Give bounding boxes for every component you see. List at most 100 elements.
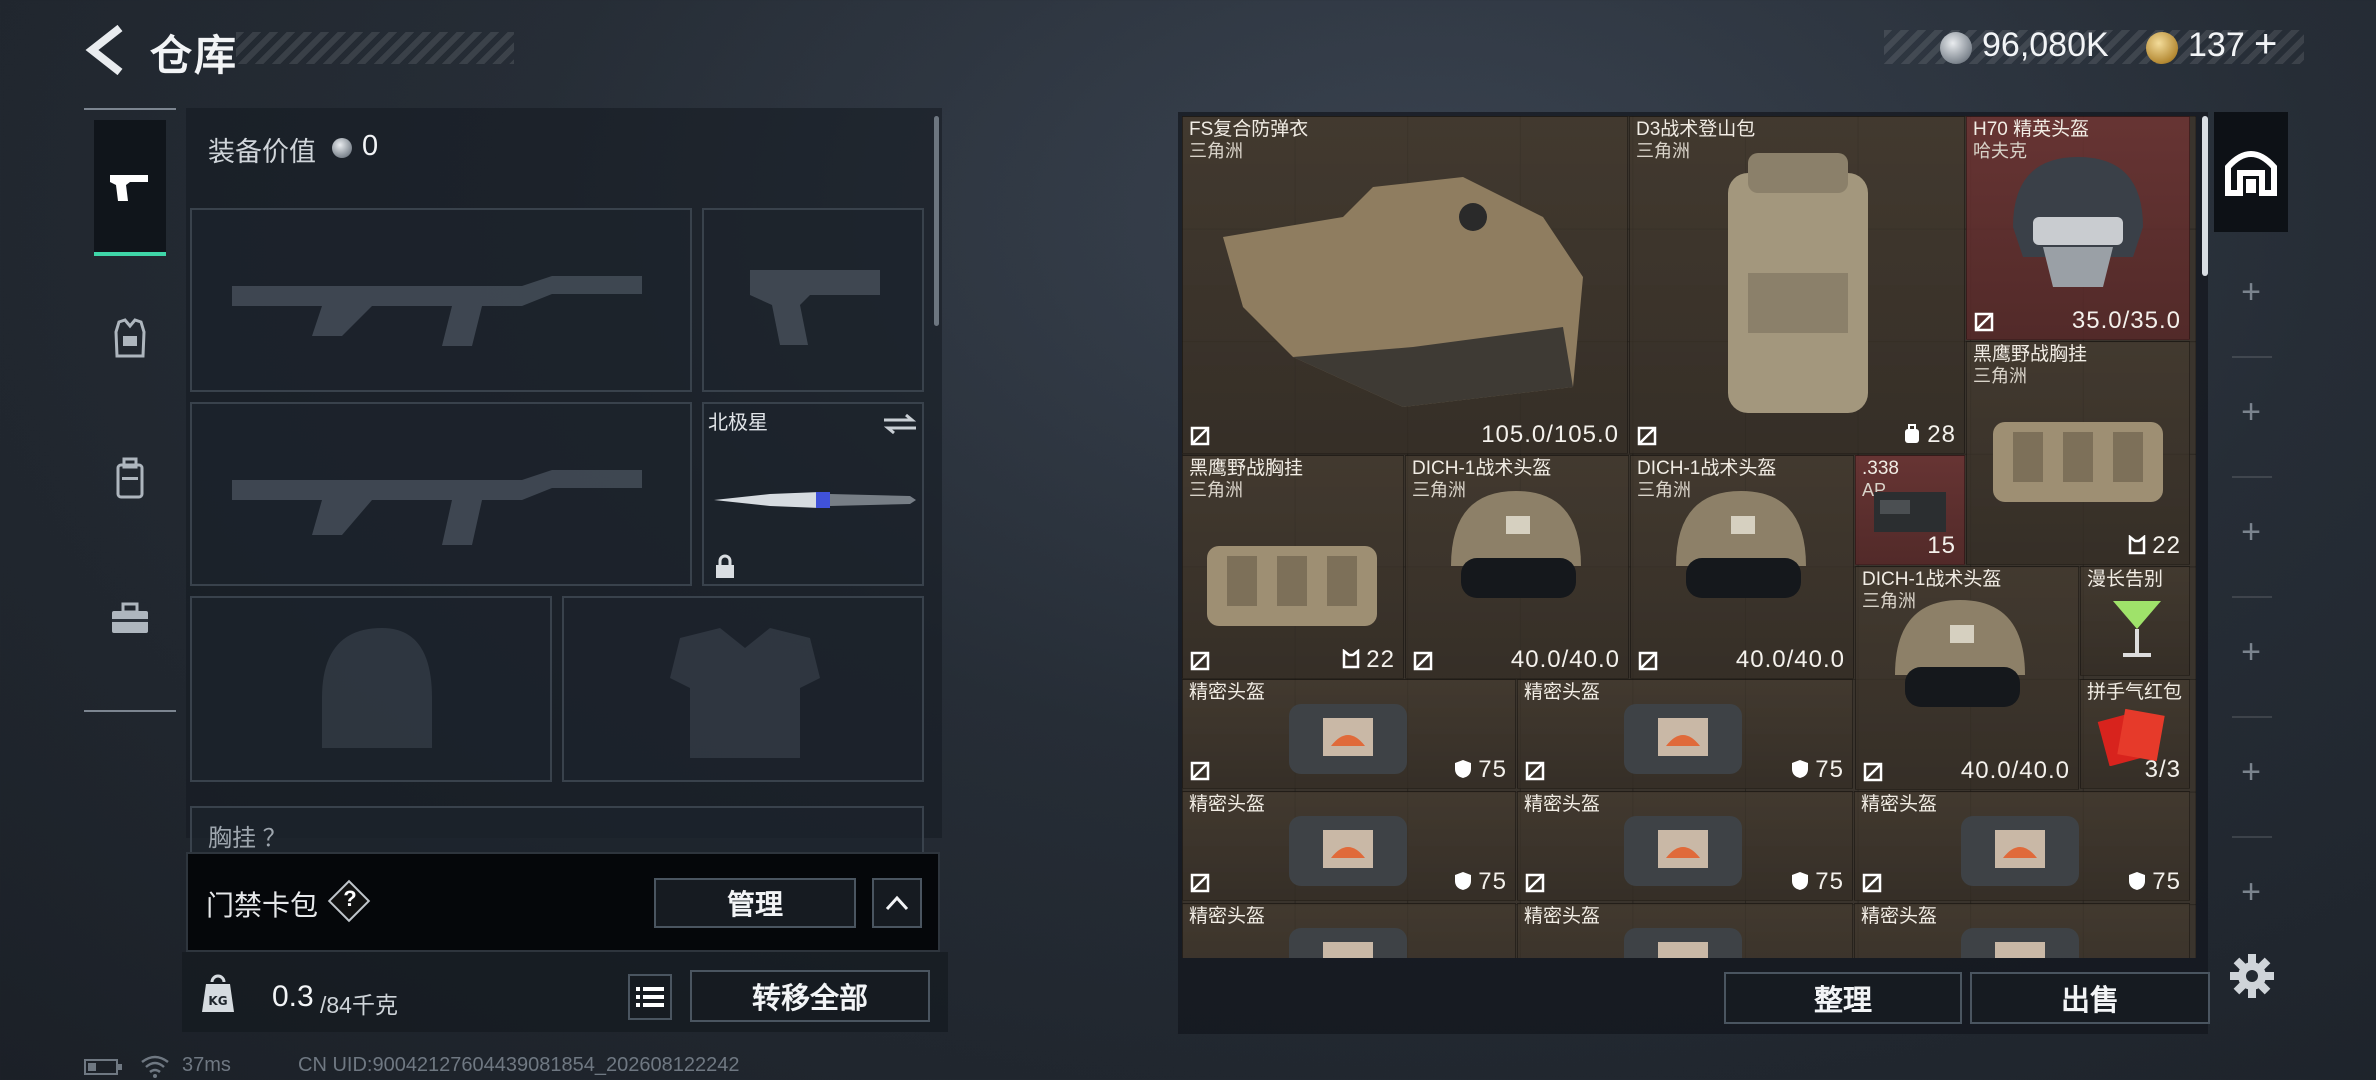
- rifle-silhouette-icon: [232, 470, 642, 545]
- item-name: 精密头盔: [1189, 682, 1266, 703]
- warehouse-icon: [2225, 151, 2277, 196]
- helmet-icon: [1895, 600, 2025, 707]
- sort-button[interactable]: 整理: [1724, 972, 1962, 1024]
- list-view-button[interactable]: [628, 974, 672, 1020]
- tab-toolbox[interactable]: [94, 550, 166, 686]
- stash-tab-add[interactable]: +: [2214, 712, 2288, 832]
- unbound-icon: [1974, 312, 1994, 332]
- back-arrow-icon: [85, 24, 123, 76]
- weight-icon: KG: [200, 974, 236, 1014]
- stash-tab-add[interactable]: +: [2214, 232, 2288, 352]
- unbound-icon: [1637, 426, 1657, 446]
- item-name: FS复合防弹衣: [1189, 119, 1309, 140]
- item-name: 精密头盔: [1861, 906, 1938, 927]
- stash-tab-add[interactable]: +: [2214, 352, 2288, 472]
- item-durability: 105.0/105.0: [1481, 421, 1619, 448]
- stash-item-cocktail[interactable]: 漫长告别: [2080, 566, 2190, 676]
- primary-weapon-slot[interactable]: [190, 208, 692, 392]
- equipment-value-label: 装备价值: [208, 137, 316, 167]
- stash-item-precision-helmet[interactable]: 精密头盔 75: [1182, 791, 1516, 901]
- battery-icon: [84, 1058, 124, 1076]
- stash-item-precision-helmet[interactable]: 精密头盔 75: [1517, 679, 1853, 789]
- stash-tab-add[interactable]: +: [2214, 472, 2288, 592]
- stash-item-chest-rig[interactable]: 黑鹰野战胸挂 三角洲 22: [1182, 455, 1404, 679]
- chest-rig-slot[interactable]: [190, 806, 924, 856]
- armor-vest-icon: [114, 318, 146, 358]
- stash-item-fs-vest[interactable]: FS复合防弹衣 三角洲 105.0/105.0: [1182, 116, 1628, 454]
- sell-button[interactable]: 出售: [1970, 972, 2210, 1024]
- stash-item-ammo-338[interactable]: .338 AP 15: [1855, 455, 1965, 565]
- tab-weapons[interactable]: [94, 120, 166, 256]
- stash-item-h70-helmet[interactable]: H70 精英头盔 哈夫克 35.0/35.0: [1966, 116, 2190, 340]
- item-quantity: 15: [1927, 532, 1956, 559]
- loadout-scrollbar[interactable]: [934, 116, 939, 326]
- item-subtitle: 三角洲: [1636, 141, 1690, 161]
- add-currency-button[interactable]: +: [2254, 22, 2277, 67]
- stash-item-chest-rig[interactable]: 黑鹰野战胸挂 三角洲 22: [1966, 341, 2190, 565]
- item-name: 拼手气红包: [2087, 682, 2183, 703]
- chest-rig-label: 胸挂 ？: [208, 825, 287, 852]
- stash-tab-add[interactable]: +: [2214, 832, 2288, 952]
- stash-scrollbar[interactable]: [2202, 116, 2208, 276]
- settings-button[interactable]: [2226, 950, 2278, 1002]
- item-subtitle: 三角洲: [1189, 480, 1243, 500]
- chest-rig-icon: [1993, 422, 2163, 502]
- stash-item-precision-helmet[interactable]: 精密头盔 75: [1517, 791, 1853, 901]
- sidearm-slot[interactable]: [702, 208, 924, 392]
- unbound-icon: [1862, 873, 1882, 893]
- body-armor-icon: [1223, 177, 1583, 407]
- stash-item-precision-helmet[interactable]: 精密头盔: [1182, 903, 1516, 958]
- helmet-case-icon: [1624, 704, 1742, 774]
- item-name: .338: [1862, 458, 1899, 479]
- stash-item-precision-helmet[interactable]: 精密头盔 75: [1854, 791, 2190, 901]
- item-armor-level: 75: [1454, 756, 1507, 784]
- stash-item-precision-helmet[interactable]: 精密头盔: [1517, 903, 1853, 958]
- gear-icon: [2230, 954, 2274, 998]
- item-name: 精密头盔: [1524, 906, 1601, 927]
- helmet-slot[interactable]: [190, 596, 552, 782]
- armor-slot[interactable]: [562, 596, 924, 782]
- pistol-icon: [110, 175, 148, 201]
- unbound-icon: [1525, 761, 1545, 781]
- manage-button[interactable]: 管理: [654, 878, 856, 928]
- stash-item-precision-helmet[interactable]: 精密头盔: [1854, 903, 2190, 958]
- item-name: 精密头盔: [1524, 682, 1601, 703]
- unbound-icon: [1190, 426, 1210, 446]
- secondary-weapon-slot[interactable]: [190, 402, 692, 586]
- plus-icon: +: [2241, 272, 2261, 311]
- unbound-icon: [1190, 761, 1210, 781]
- helmet-icon: [1676, 491, 1806, 598]
- item-name: 精密头盔: [1524, 794, 1601, 815]
- stash-tab-main[interactable]: [2214, 112, 2288, 232]
- tab-armor[interactable]: [94, 270, 166, 406]
- item-capacity: 28: [1903, 421, 1956, 449]
- equipment-value: 0: [362, 130, 379, 162]
- transfer-all-button[interactable]: 转移全部: [690, 970, 930, 1022]
- value-coin-icon: [332, 138, 352, 158]
- user-uid: CN UID:9004212760443908185​4_20260812224…: [298, 1054, 740, 1076]
- stash-item-dich1-helmet[interactable]: DICH-1战术头盔 三角洲 40.0/40.0: [1855, 566, 2079, 790]
- stash-item-dich1-helmet[interactable]: DICH-1战术头盔 三角洲 40.0/40.0: [1630, 455, 1854, 679]
- tab-backpack[interactable]: [94, 410, 166, 546]
- stash-grid: FS复合防弹衣 三角洲 105.0/105.0 D3战术登山包 三角洲 28 H…: [1182, 116, 2196, 958]
- rifle-silhouette-icon: [232, 276, 642, 346]
- item-name: H70 精英头盔: [1973, 119, 2090, 140]
- helmet-case-icon: [1961, 928, 2079, 958]
- backpack-icon: [116, 457, 144, 499]
- collapse-button[interactable]: [872, 878, 922, 928]
- helmet-icon: [1451, 491, 1581, 598]
- gold-coin-icon: [2146, 32, 2178, 64]
- weight-current: 0.3: [272, 980, 314, 1013]
- stash-item-dich1-helmet[interactable]: DICH-1战术头盔 三角洲 40.0/40.0: [1405, 455, 1629, 679]
- svg-text:KG: KG: [208, 994, 227, 1008]
- stash-item-red-envelope[interactable]: 拼手气红包 3/3: [2080, 679, 2190, 789]
- keycard-label: 门禁卡包: [206, 890, 319, 921]
- item-name: 精密头盔: [1189, 794, 1266, 815]
- plus-icon: +: [2241, 392, 2261, 431]
- stash-item-precision-helmet[interactable]: 精密头盔 75: [1182, 679, 1516, 789]
- back-button[interactable]: [84, 22, 130, 78]
- stash-item-d3-backpack[interactable]: D3战术登山包 三角洲 28: [1629, 116, 1965, 454]
- page-title: 仓库: [150, 32, 239, 79]
- swap-arrows-icon[interactable]: [880, 412, 920, 436]
- stash-tab-add[interactable]: +: [2214, 592, 2288, 712]
